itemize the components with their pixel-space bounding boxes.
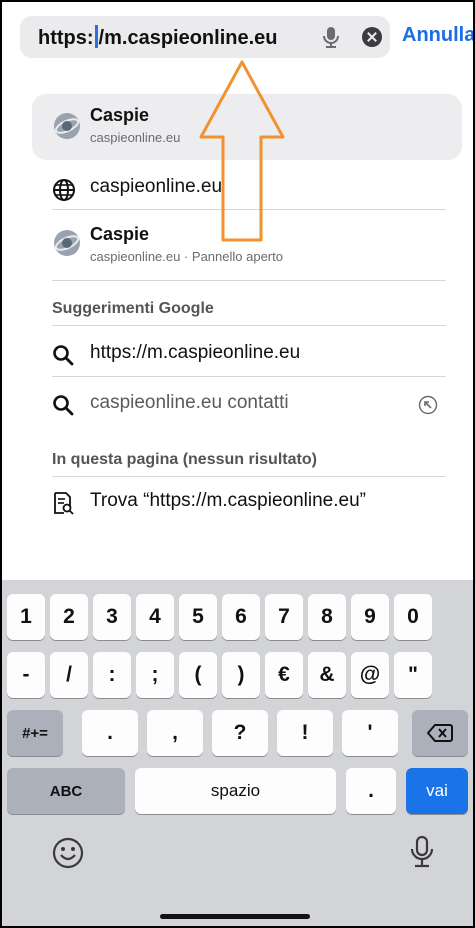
space-key[interactable]: spazio bbox=[135, 768, 336, 814]
home-indicator bbox=[160, 914, 310, 919]
divider bbox=[52, 325, 446, 326]
divider bbox=[52, 280, 446, 281]
key[interactable]: @ bbox=[351, 652, 389, 698]
url-field[interactable]: https:/m.caspieonline.eu bbox=[20, 16, 390, 58]
backspace-key[interactable] bbox=[412, 710, 468, 756]
safari-screen: https:/m.caspieonline.eu Annulla Caspie … bbox=[0, 0, 475, 928]
key[interactable]: ? bbox=[212, 710, 268, 756]
abc-key[interactable]: ABC bbox=[7, 768, 125, 814]
key[interactable]: ; bbox=[136, 652, 174, 698]
key[interactable]: / bbox=[50, 652, 88, 698]
keyboard: 1 2 3 4 5 6 7 8 9 0 - / : ; ( ) € & @ " … bbox=[2, 580, 473, 926]
divider bbox=[52, 376, 446, 377]
key[interactable]: , bbox=[147, 710, 203, 756]
key[interactable]: € bbox=[265, 652, 303, 698]
suggestion-title: Caspie bbox=[90, 224, 150, 244]
find-in-page-text: Trova “https://m.caspieonline.eu” bbox=[90, 490, 366, 511]
clear-text-icon[interactable] bbox=[362, 27, 382, 47]
microphone-icon[interactable] bbox=[320, 25, 342, 49]
key[interactable]: 1 bbox=[7, 594, 45, 640]
key[interactable]: 7 bbox=[265, 594, 303, 640]
cancel-button[interactable]: Annulla bbox=[402, 24, 473, 47]
suggestion-title: Caspie bbox=[90, 105, 150, 125]
key[interactable]: " bbox=[394, 652, 432, 698]
search-suggestion-text: https://m.caspieonline.eu bbox=[90, 342, 301, 363]
go-key[interactable]: vai bbox=[406, 768, 468, 814]
key[interactable]: & bbox=[308, 652, 346, 698]
suggestion-subtitle: caspieonline.eu · Pannello aperto bbox=[90, 249, 283, 264]
search-icon bbox=[53, 345, 74, 366]
key[interactable]: 0 bbox=[394, 594, 432, 640]
key[interactable]: 2 bbox=[50, 594, 88, 640]
fill-arrow-icon[interactable] bbox=[418, 395, 438, 415]
address-bar: https:/m.caspieonline.eu Annulla bbox=[2, 2, 473, 80]
suggestion-subtitle: caspieonline.eu bbox=[90, 130, 181, 145]
search-icon bbox=[53, 395, 74, 416]
url-text[interactable]: https:/m.caspieonline.eu bbox=[38, 25, 278, 50]
divider bbox=[52, 476, 446, 477]
google-suggestions-header: Suggerimenti Google bbox=[52, 300, 214, 317]
key[interactable]: 5 bbox=[179, 594, 217, 640]
caspie-favicon-icon bbox=[54, 230, 80, 256]
suggestion-title: caspieonline.eu bbox=[90, 176, 223, 197]
globe-icon bbox=[53, 179, 75, 201]
key[interactable]: 9 bbox=[351, 594, 389, 640]
key[interactable]: 4 bbox=[136, 594, 174, 640]
period-key[interactable]: . bbox=[346, 768, 396, 814]
backspace-icon bbox=[427, 724, 453, 742]
text-caret bbox=[94, 25, 98, 48]
key[interactable]: ( bbox=[179, 652, 217, 698]
divider bbox=[52, 209, 446, 210]
caspie-favicon-icon bbox=[54, 113, 80, 139]
key[interactable]: ' bbox=[342, 710, 398, 756]
key[interactable]: ) bbox=[222, 652, 260, 698]
key[interactable]: 8 bbox=[308, 594, 346, 640]
emoji-icon[interactable] bbox=[51, 836, 85, 870]
find-in-page-icon bbox=[54, 492, 74, 515]
key[interactable]: ! bbox=[277, 710, 333, 756]
key[interactable]: 3 bbox=[93, 594, 131, 640]
dictation-microphone-icon[interactable] bbox=[408, 834, 436, 870]
key[interactable]: 6 bbox=[222, 594, 260, 640]
key[interactable]: : bbox=[93, 652, 131, 698]
key[interactable]: - bbox=[7, 652, 45, 698]
key[interactable]: . bbox=[82, 710, 138, 756]
symbols-toggle-key[interactable]: #+= bbox=[7, 710, 63, 756]
in-page-header: In questa pagina (nessun risultato) bbox=[52, 451, 317, 468]
search-suggestion-text: caspieonline.eu contatti bbox=[90, 392, 289, 413]
